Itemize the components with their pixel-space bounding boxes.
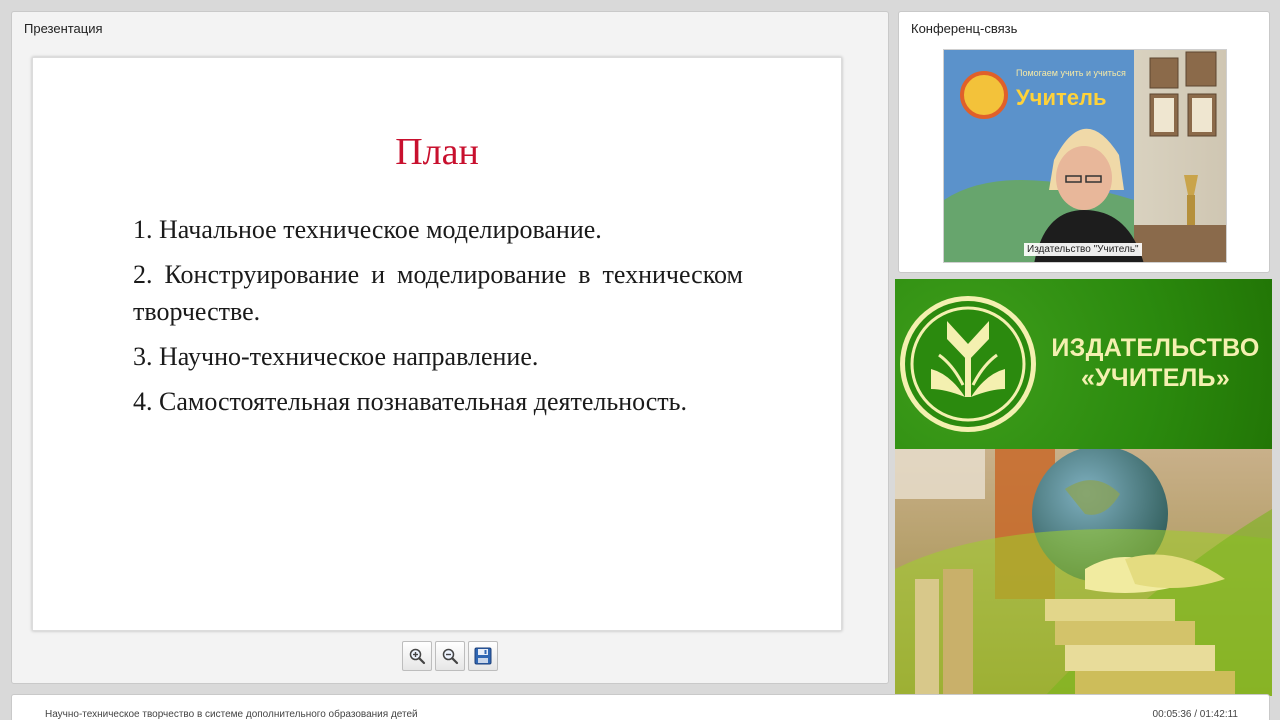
plan-item: 3. Научно-техническое направление. — [133, 342, 539, 371]
books-globe-image — [895, 446, 1272, 696]
poster-title: Учитель — [1016, 85, 1107, 110]
presentation-panel: Презентация План 1. Начальное техническо… — [11, 11, 889, 684]
slide: План 1. Начальное техническое моделирова… — [32, 57, 842, 631]
publisher-name-line2: «УЧИТЕЛЬ» — [1080, 364, 1231, 392]
webinar-title: Научно-техническое творчество в системе … — [45, 709, 418, 720]
save-button[interactable] — [468, 641, 498, 671]
plan-list: 1. Начальное техническое моделирование. … — [133, 211, 743, 428]
playback-time: 00:05:36 / 01:42:11 — [1152, 709, 1238, 720]
publisher-name: ИЗДАТЕЛЬСТВО «УЧИТЕЛЬ» — [1043, 333, 1268, 393]
video-caption: Издательство "Учитель" — [1024, 243, 1142, 256]
conference-panel: Конференц-связь Помогаем учить и учиться… — [898, 11, 1270, 273]
footer-bar: Научно-техническое творчество в системе … — [11, 694, 1270, 720]
zoom-out-button[interactable] — [435, 641, 465, 671]
banner-top: ИЗДАТЕЛЬСТВО «УЧИТЕЛЬ» — [895, 279, 1272, 449]
zoom-in-button[interactable] — [402, 641, 432, 671]
publisher-name-line1: ИЗДАТЕЛЬСТВО — [1051, 334, 1260, 362]
conference-panel-title: Конференц-связь — [911, 21, 1018, 36]
presentation-panel-title: Презентация — [24, 21, 103, 36]
video-frame: Помогаем учить и учиться Учитель — [944, 50, 1226, 262]
save-icon — [474, 647, 492, 665]
video-feed[interactable]: Помогаем учить и учиться Учитель Издател… — [943, 49, 1227, 263]
zoom-out-icon — [442, 648, 459, 665]
plan-item: 1. Начальное техническое моделирование. — [133, 215, 602, 244]
zoom-in-icon — [409, 648, 426, 665]
plan-item: 4. Самостоятельная познавательная деятел… — [133, 387, 688, 416]
poster-text: Помогаем учить и учиться — [1016, 68, 1126, 78]
slide-toolbar — [402, 641, 498, 671]
publisher-banner: ИЗДАТЕЛЬСТВО «УЧИТЕЛЬ» — [895, 279, 1272, 696]
plan-item: 2. Конструирование и моделирование в тех… — [133, 260, 743, 326]
slide-title: План — [395, 131, 479, 173]
banner-image — [895, 446, 1272, 696]
